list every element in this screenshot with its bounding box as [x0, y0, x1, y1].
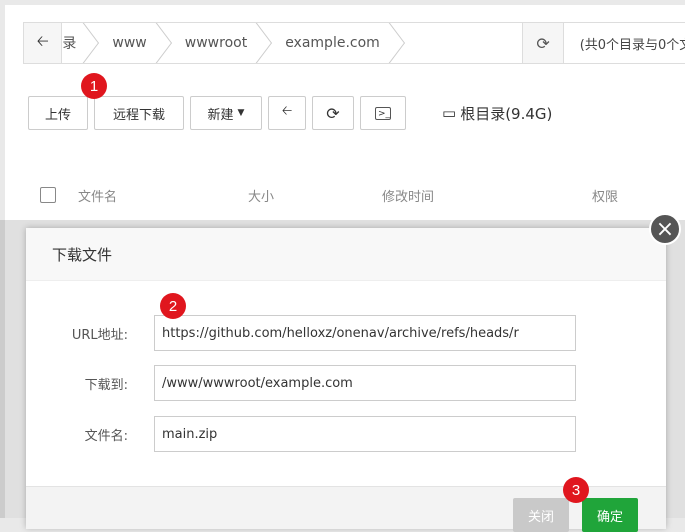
breadcrumb: 录 www wwwroot example.com [62, 23, 523, 63]
url-label: URL地址: [71, 327, 128, 343]
save-to-row: 下载到: /www/wwwroot/example.com [26, 365, 666, 401]
step-badge-2: 2 [160, 293, 186, 319]
column-header-name[interactable]: 文件名 [78, 186, 248, 205]
dialog-title: 下载文件 [26, 228, 666, 281]
new-label: 新建 [207, 107, 234, 123]
directory-count-text: (共0个目录与0个文 [579, 37, 685, 53]
column-header-size[interactable]: 大小 [248, 186, 382, 205]
breadcrumb-item-example-com[interactable]: example.com [261, 23, 394, 63]
save-to-label: 下载到: [84, 377, 128, 393]
arrow-left-icon: 🡠 [36, 31, 49, 50]
disk-label: 根目录(9.4G) [460, 104, 553, 123]
breadcrumb-item-wwwroot[interactable]: wwwroot [161, 23, 261, 63]
back-button[interactable]: 🡠 [24, 23, 63, 63]
upload-button[interactable]: 上传 [28, 96, 88, 130]
url-row: URL地址: https://github.com/helloxz/onenav… [26, 315, 666, 351]
arrow-left-icon: 🡠 [281, 104, 293, 119]
filename-label: 文件名: [84, 428, 128, 444]
refresh-icon: ⟳ [536, 33, 550, 53]
refresh-icon: ⟳ [326, 103, 340, 123]
column-header-modified[interactable]: 修改时间 [382, 186, 592, 205]
save-to-input[interactable]: /www/wwwroot/example.com [154, 365, 576, 401]
step-badge-1: 1 [81, 73, 107, 99]
parent-dir-button[interactable]: 🡠 [268, 96, 306, 130]
select-all-checkbox[interactable] [40, 187, 56, 203]
new-dropdown-button[interactable]: 新建 ▼ [190, 96, 262, 130]
terminal-icon: >_ [375, 106, 391, 120]
toolbar: 上传 远程下载 新建 ▼ 🡠 ⟳ >_ ▭ 根目录(9.4G) [28, 96, 552, 130]
breadcrumb-item-root[interactable]: 录 [62, 23, 88, 63]
breadcrumb-item-www[interactable]: www [88, 23, 160, 63]
close-button[interactable]: 关闭 [513, 498, 569, 532]
terminal-button[interactable]: >_ [360, 96, 406, 130]
filename-row: 文件名: main.zip [26, 416, 666, 452]
filename-input[interactable]: main.zip [154, 416, 576, 452]
remote-download-button[interactable]: 远程下载 [94, 96, 184, 130]
hard-drive-icon: ▭ [442, 104, 457, 122]
dialog-close-icon[interactable]: × [649, 213, 681, 245]
url-input[interactable]: https://github.com/helloxz/onenav/archiv… [154, 315, 576, 351]
path-bar: 🡠 录 www wwwroot example.com ⟳ (共0个目录与0个文 [23, 22, 685, 64]
step-badge-3: 3 [563, 477, 589, 503]
disk-info[interactable]: ▭ 根目录(9.4G) [442, 103, 552, 124]
caret-down-icon: ▼ [237, 108, 245, 118]
refresh-button[interactable]: ⟳ [312, 96, 354, 130]
confirm-button[interactable]: 确定 [582, 498, 638, 532]
column-header-permissions[interactable]: 权限 [592, 186, 618, 205]
file-table-header: 文件名 大小 修改时间 权限 [28, 170, 668, 220]
path-refresh-button[interactable]: ⟳ [522, 23, 564, 63]
